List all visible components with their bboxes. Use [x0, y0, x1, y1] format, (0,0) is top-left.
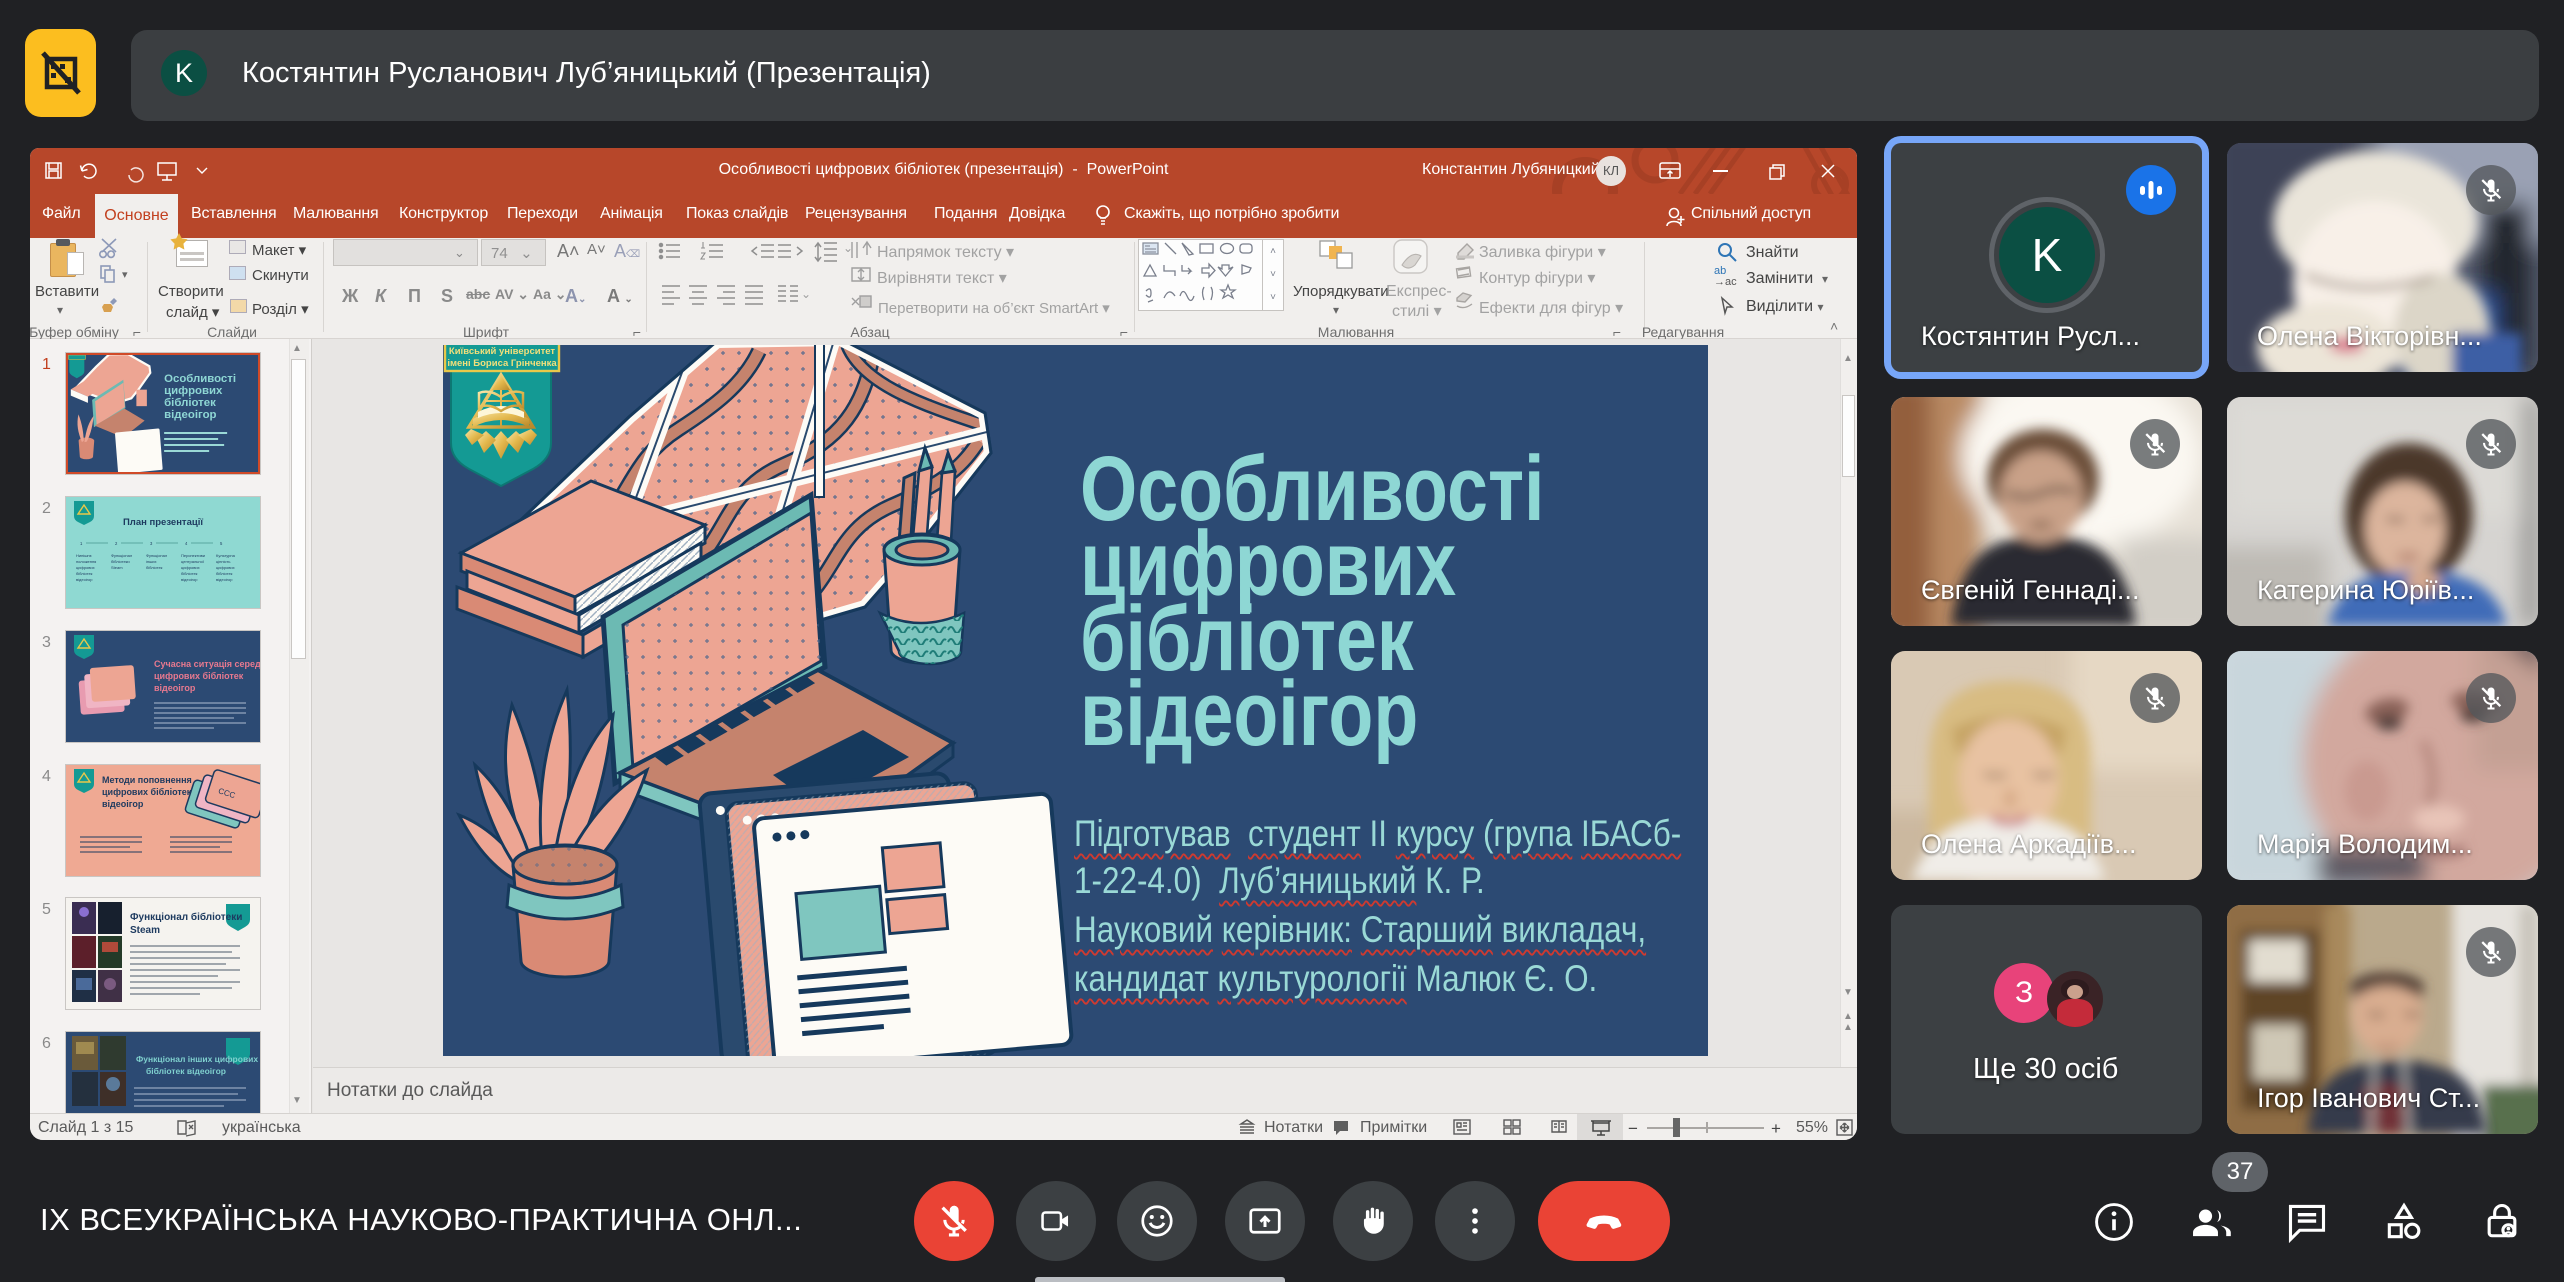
svg-text:Функціонал інших цифрових: Функціонал інших цифрових: [136, 1054, 258, 1064]
svg-text:цифрових бібліотек: цифрових бібліотек: [154, 671, 244, 681]
svg-text:Функціонал: Функціонал: [111, 553, 133, 558]
svg-text:План презентації: План презентації: [123, 517, 203, 528]
svg-text:4: 4: [185, 541, 188, 546]
svg-text:Steam: Steam: [130, 925, 160, 936]
svg-text:1: 1: [80, 541, 83, 546]
svg-text:відеоігор: відеоігор: [154, 683, 196, 693]
svg-text:бібліотек відеоігор: бібліотек відеоігор: [146, 1066, 226, 1076]
svg-text:відеоігор: відеоігор: [102, 799, 144, 809]
svg-text:3: 3: [150, 541, 153, 546]
svg-text:положення: положення: [76, 559, 96, 564]
svg-text:інших: інших: [146, 559, 157, 564]
svg-text:Перспективи: Перспективи: [181, 553, 205, 558]
svg-text:імені Бориса Грінченка: імені Бориса Грінченка: [447, 358, 557, 369]
svg-text:відеоігор: відеоігор: [216, 577, 233, 582]
svg-text:бібліотек: бібліотек: [216, 571, 233, 576]
svg-text:бібліотек: бібліотек: [181, 571, 198, 576]
svg-text:Steam: Steam: [111, 565, 123, 570]
svg-text:2: 2: [115, 541, 118, 546]
svg-text:відеоігор: відеоігор: [164, 409, 216, 421]
svg-text:Особливості: Особливості: [164, 373, 236, 385]
svg-text:бібліотеки: бібліотеки: [111, 559, 130, 564]
svg-text:бібліотек: бібліотек: [76, 571, 93, 576]
svg-text:цифрових: цифрових: [216, 565, 235, 570]
svg-text:5: 5: [220, 541, 223, 546]
svg-text:⌄: ⌄: [801, 287, 811, 301]
svg-text:центральної: центральної: [181, 559, 205, 564]
svg-text:цифрових: цифрових: [76, 565, 95, 570]
svg-text:Методи поповнення: Методи поповнення: [102, 775, 192, 785]
svg-text:Нинішнє: Нинішнє: [76, 553, 92, 558]
svg-text:відеоігор: відеоігор: [181, 577, 198, 582]
svg-text:Культурна: Культурна: [216, 553, 236, 558]
svg-text:цифрових: цифрових: [181, 565, 200, 570]
svg-text:Сучасна ситуація серед: Сучасна ситуація серед: [154, 659, 260, 669]
svg-text:▾: ▾: [122, 269, 128, 281]
svg-text:цифрових: цифрових: [164, 385, 223, 397]
svg-text:Функціонал: Функціонал: [146, 553, 168, 558]
svg-text:Функціонал бібліотеки: Функціонал бібліотеки: [130, 911, 242, 923]
svg-text:відеоігор: відеоігор: [76, 577, 93, 582]
svg-text:цінність: цінність: [216, 559, 230, 564]
svg-text:цифрових бібліотек: цифрових бібліотек: [102, 787, 192, 797]
svg-text:бібліотек: бібліотек: [146, 565, 163, 570]
svg-text:бібліотек: бібліотек: [164, 397, 216, 409]
svg-text:Київський університет: Київський університет: [449, 346, 556, 357]
